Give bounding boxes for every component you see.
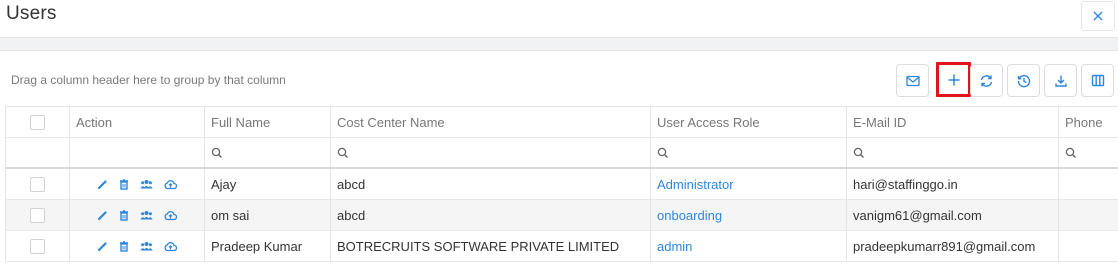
search-icon xyxy=(337,147,348,158)
column-header-action[interactable]: Action xyxy=(70,107,205,137)
delete-icon[interactable] xyxy=(119,240,129,252)
download-icon xyxy=(1054,75,1067,87)
dialog-header: Users xyxy=(0,0,1118,37)
column-header-role[interactable]: User Access Role xyxy=(651,107,847,137)
search-icon xyxy=(853,147,864,158)
dialog-title: Users xyxy=(6,3,57,24)
row-select-cell xyxy=(6,231,70,261)
edit-icon[interactable] xyxy=(97,210,108,221)
column-chooser-button[interactable] xyxy=(1081,64,1114,97)
row-checkbox[interactable] xyxy=(30,207,45,223)
select-all-checkbox[interactable] xyxy=(30,114,45,130)
close-button[interactable] xyxy=(1081,1,1115,31)
filter-cell-action xyxy=(70,138,205,167)
filter-email[interactable] xyxy=(847,138,1059,167)
add-user-button[interactable] xyxy=(936,62,971,97)
refresh-icon xyxy=(980,74,993,87)
cell-role-link[interactable]: admin xyxy=(651,231,847,261)
columns-icon xyxy=(1091,74,1104,87)
cell-cost-center: BOTRECRUITS SOFTWARE PRIVATE LIMITED xyxy=(331,231,651,261)
filter-cost-center[interactable] xyxy=(331,138,651,167)
group-panel-hint[interactable]: Drag a column header here to group by th… xyxy=(11,73,286,87)
cell-email: vanigm61@gmail.com xyxy=(847,200,1059,230)
table-row[interactable]: Ajay abcd Administrator hari@staffinggo.… xyxy=(6,169,1118,200)
column-header-cost-center[interactable]: Cost Center Name xyxy=(331,107,651,137)
close-icon xyxy=(1093,11,1103,21)
delete-icon[interactable] xyxy=(119,178,129,190)
users-grid: Action Full Name Cost Center Name User A… xyxy=(5,106,1118,262)
table-row[interactable]: Pradeep Kumar BOTRECRUITS SOFTWARE PRIVA… xyxy=(6,231,1118,262)
select-all-cell xyxy=(6,107,70,137)
export-button[interactable] xyxy=(1044,64,1077,97)
search-icon xyxy=(657,147,668,158)
filter-row xyxy=(6,138,1118,169)
cell-phone xyxy=(1059,200,1118,230)
delete-icon[interactable] xyxy=(119,209,129,221)
row-actions xyxy=(70,169,205,199)
cell-role-link[interactable]: Administrator xyxy=(651,169,847,199)
email-button[interactable] xyxy=(896,64,929,97)
row-select-cell xyxy=(6,169,70,199)
cell-full-name: Ajay xyxy=(205,169,331,199)
search-icon xyxy=(211,147,222,158)
cell-email: hari@staffinggo.in xyxy=(847,169,1059,199)
cell-cost-center: abcd xyxy=(331,169,651,199)
history-button[interactable] xyxy=(1007,64,1040,97)
row-actions xyxy=(70,200,205,230)
row-actions xyxy=(70,231,205,261)
cloud-upload-icon[interactable] xyxy=(164,179,177,190)
grid-header-row: Action Full Name Cost Center Name User A… xyxy=(6,107,1118,138)
cell-phone xyxy=(1059,169,1118,199)
cloud-upload-icon[interactable] xyxy=(164,210,177,221)
column-header-phone[interactable]: Phone xyxy=(1059,107,1118,137)
users-group-icon[interactable] xyxy=(140,179,153,189)
filter-role[interactable] xyxy=(651,138,847,167)
filter-cell-empty xyxy=(6,138,70,167)
mail-icon xyxy=(905,75,920,86)
cell-email: pradeepkumarr891@gmail.com xyxy=(847,231,1059,261)
cell-cost-center: abcd xyxy=(331,200,651,230)
users-group-icon[interactable] xyxy=(140,210,153,220)
filter-full-name[interactable] xyxy=(205,138,331,167)
plus-icon xyxy=(948,74,959,85)
edit-icon[interactable] xyxy=(97,241,108,252)
edit-icon[interactable] xyxy=(97,179,108,190)
cell-role-link[interactable]: onboarding xyxy=(651,200,847,230)
row-checkbox[interactable] xyxy=(30,176,45,192)
row-checkbox[interactable] xyxy=(30,238,45,254)
search-icon xyxy=(1065,147,1076,158)
history-icon xyxy=(1017,74,1030,87)
users-group-icon[interactable] xyxy=(140,241,153,251)
cell-full-name: Pradeep Kumar xyxy=(205,231,331,261)
header-divider-band xyxy=(0,37,1118,51)
table-row[interactable]: om sai abcd onboarding vanigm61@gmail.co… xyxy=(6,200,1118,231)
refresh-button[interactable] xyxy=(970,64,1003,97)
column-header-email[interactable]: E-Mail ID xyxy=(847,107,1059,137)
row-select-cell xyxy=(6,200,70,230)
cell-full-name: om sai xyxy=(205,200,331,230)
column-header-full-name[interactable]: Full Name xyxy=(205,107,331,137)
cell-phone xyxy=(1059,231,1118,261)
filter-phone[interactable] xyxy=(1059,138,1118,167)
cloud-upload-icon[interactable] xyxy=(164,241,177,252)
